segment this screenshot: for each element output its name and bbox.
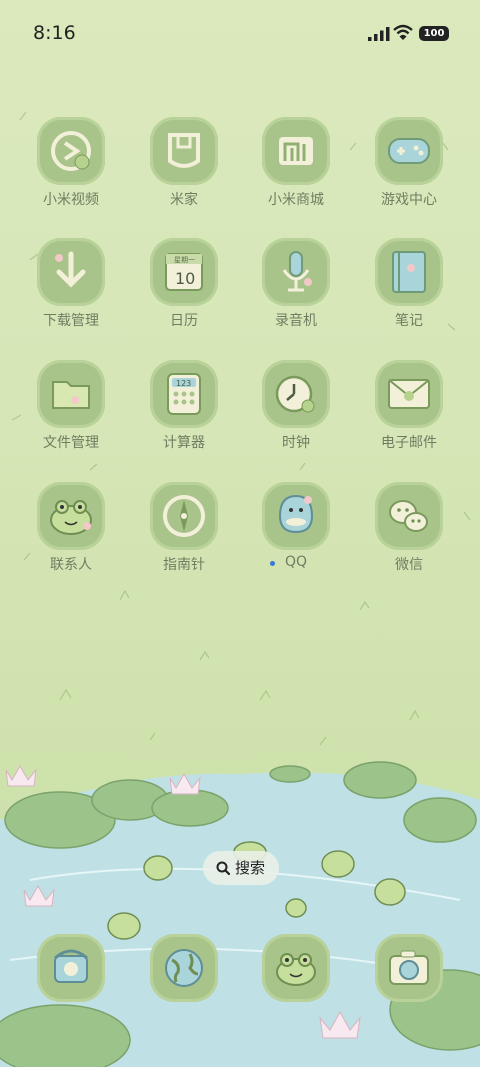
mijia-icon <box>150 117 218 185</box>
dock-phone[interactable] <box>23 934 119 1014</box>
compass-icon <box>150 482 218 550</box>
app-label: 指南针 <box>163 557 205 573</box>
status-bar: 8:16 100 <box>0 0 480 66</box>
app-mijia[interactable]: 米家 <box>136 117 232 227</box>
qq-penguin-icon <box>262 482 330 550</box>
app-label: 时钟 <box>282 435 310 451</box>
battery-icon: 100 <box>419 26 449 41</box>
status-time: 8:16 <box>33 22 76 44</box>
app-label: 微信 <box>395 557 423 573</box>
app-label: 下载管理 <box>43 313 99 329</box>
calculator-icon: 123 <box>150 360 218 428</box>
app-notes[interactable]: 笔记 <box>361 238 457 348</box>
app-calendar[interactable]: 星期一 10 日历 <box>136 238 232 348</box>
app-label: QQ <box>284 554 308 570</box>
calendar-icon: 星期一 10 <box>150 238 218 306</box>
app-label: 文件管理 <box>43 435 99 451</box>
search-button[interactable]: 搜索 <box>203 851 279 885</box>
frog-messages-icon <box>262 934 330 1002</box>
camera-icon <box>375 934 443 1002</box>
app-label: 笔记 <box>395 313 423 329</box>
clock-icon <box>262 360 330 428</box>
app-email[interactable]: 电子邮件 <box>361 360 457 470</box>
app-label: 小米视频 <box>43 192 99 208</box>
calendar-header: 星期一 <box>174 256 195 264</box>
app-qq[interactable]: QQ <box>248 482 344 592</box>
wifi-icon <box>393 24 413 40</box>
app-label: 米家 <box>170 192 198 208</box>
globe-browser-icon <box>150 934 218 1002</box>
microphone-icon <box>262 238 330 306</box>
dock-messages[interactable] <box>248 934 344 1014</box>
calculator-display: 123 <box>176 379 191 388</box>
folder-icon <box>37 360 105 428</box>
telephone-icon <box>37 934 105 1002</box>
calendar-day: 10 <box>175 269 195 288</box>
app-game-center[interactable]: 游戏中心 <box>361 117 457 227</box>
app-label: 电子邮件 <box>381 435 437 451</box>
envelope-icon <box>375 360 443 428</box>
notebook-icon <box>375 238 443 306</box>
app-label: 游戏中心 <box>381 192 437 208</box>
dock-browser[interactable] <box>136 934 232 1014</box>
pond-wallpaper <box>0 761 480 1067</box>
app-file-manager[interactable]: 文件管理 <box>23 360 119 470</box>
app-download-manager[interactable]: 下载管理 <box>23 238 119 348</box>
signal-icon <box>368 27 390 41</box>
download-arrow-icon <box>37 238 105 306</box>
app-mi-store[interactable]: 小米商城 <box>248 117 344 227</box>
app-contacts[interactable]: 联系人 <box>23 482 119 592</box>
app-calculator[interactable]: 123 计算器 <box>136 360 232 470</box>
app-recorder[interactable]: 录音机 <box>248 238 344 348</box>
app-label: 联系人 <box>50 557 92 573</box>
search-label: 搜索 <box>235 859 266 877</box>
mi-store-icon <box>262 117 330 185</box>
video-play-icon <box>37 117 105 185</box>
app-label: 计算器 <box>163 435 205 451</box>
gamepad-icon <box>375 117 443 185</box>
app-clock[interactable]: 时钟 <box>248 360 344 470</box>
search-icon <box>216 861 230 875</box>
frog-contact-icon <box>37 482 105 550</box>
app-compass[interactable]: 指南针 <box>136 482 232 592</box>
dock-camera[interactable] <box>361 934 457 1014</box>
wechat-icon <box>375 482 443 550</box>
app-label: 录音机 <box>275 313 317 329</box>
app-wechat[interactable]: 微信 <box>361 482 457 592</box>
app-label: 小米商城 <box>268 192 324 208</box>
app-mi-video[interactable]: 小米视频 <box>23 117 119 227</box>
app-label: 日历 <box>170 313 198 329</box>
